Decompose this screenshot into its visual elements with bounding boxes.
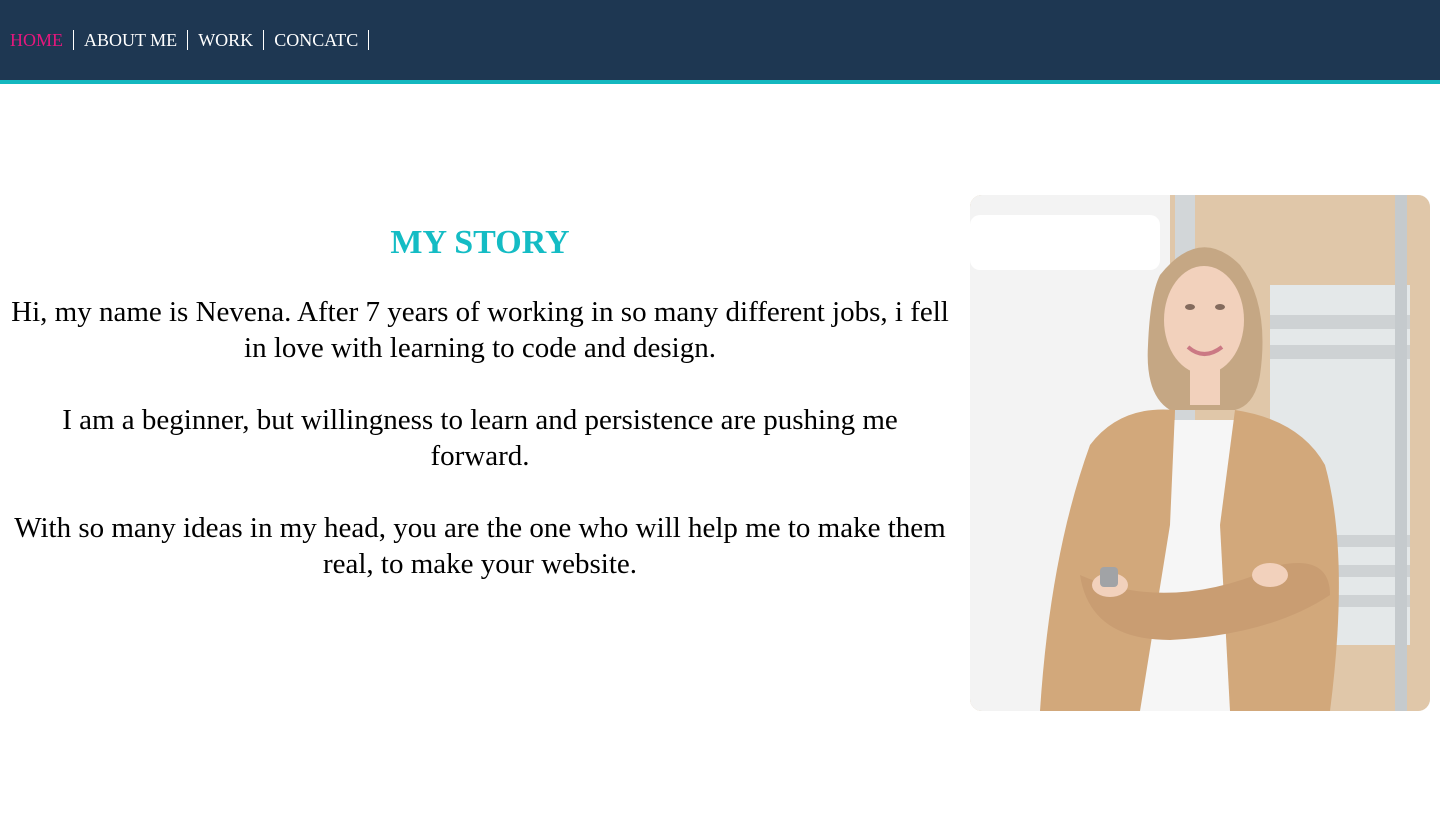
top-navbar: HOME ABOUT ME WORK CONCATC — [0, 0, 1440, 84]
story-title: MY STORY — [390, 224, 570, 261]
story-section: MY STORY Hi, my name is Nevena. After 7 … — [10, 218, 950, 582]
nav-item-work[interactable]: WORK — [188, 30, 265, 50]
profile-photo — [970, 195, 1430, 711]
profile-photo-illustration — [970, 195, 1430, 711]
nav-menu: HOME ABOUT ME WORK CONCATC — [0, 30, 370, 50]
story-paragraph-beginner: I am a beginner, but willingness to lear… — [62, 404, 898, 472]
nav-item-home[interactable]: HOME — [0, 30, 74, 50]
story-paragraph-intro: Hi, my name is Nevena. After 7 years of … — [11, 296, 949, 364]
nav-item-contact[interactable]: CONCATC — [264, 30, 370, 50]
story-paragraph-ideas: With so many ideas in my head, you are t… — [14, 512, 946, 580]
nav-item-about-me[interactable]: ABOUT ME — [74, 30, 189, 50]
